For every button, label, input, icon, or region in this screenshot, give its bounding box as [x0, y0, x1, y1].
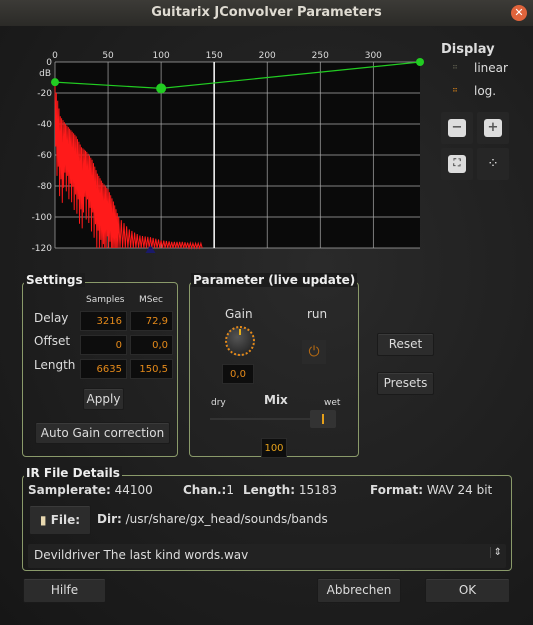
help-button[interactable]: Hilfe: [23, 578, 106, 603]
offset-samples[interactable]: 0: [80, 335, 127, 355]
format-label: Format:: [370, 483, 424, 497]
length-samples[interactable]: 6635: [80, 359, 127, 379]
delay-samples[interactable]: 3216: [80, 311, 127, 331]
title-bar: Guitarix JConvolver Parameters: [0, 0, 533, 26]
close-icon[interactable]: ✕: [511, 5, 527, 21]
x-tick-label: 100: [153, 51, 170, 61]
x-tick-label: 200: [259, 51, 276, 61]
envelope-point: [51, 78, 59, 87]
minus-icon: −: [448, 119, 466, 137]
envelope-point: [416, 58, 424, 66]
mix-slider-track[interactable]: [210, 418, 320, 420]
reset-button[interactable]: Reset: [377, 333, 434, 356]
fit-icon: ⛶: [448, 155, 466, 173]
col-msec: MSec: [139, 295, 163, 305]
y-axis-label: dB: [39, 69, 51, 79]
envelope-point: [156, 83, 167, 94]
dir-label: Dir:: [97, 512, 122, 526]
col-samples: Samples: [86, 295, 125, 305]
mix-value[interactable]: 100: [261, 438, 287, 458]
ok-button[interactable]: OK: [425, 578, 510, 603]
x-tick-label: 150: [206, 51, 223, 61]
x-tick-label: 50: [102, 51, 114, 61]
ir-chart[interactable]: 0 50 100 150 200 250 300 0 -20 -40 -60 -80 -100 -120 d…: [0, 40, 430, 260]
dots-arrow-icon: ⁘: [487, 156, 499, 172]
cancel-button[interactable]: Abbrechen: [317, 578, 401, 603]
run-toggle-power-icon[interactable]: ⏻: [302, 340, 326, 364]
window-title: Guitarix JConvolver Parameters: [151, 5, 382, 20]
display-title: Display: [441, 42, 495, 57]
apply-button[interactable]: Apply: [83, 388, 124, 410]
radio-linear-icon[interactable]: ⠶: [452, 62, 458, 71]
parameter-title: Parameter (live update): [191, 273, 358, 287]
x-tick-label: 250: [312, 51, 329, 61]
ir-file-combobox[interactable]: Devildriver The last kind words.wav ⇕: [28, 544, 506, 568]
run-label: run: [307, 307, 328, 321]
y-tick-label: -120: [32, 244, 53, 254]
y-tick-label: 0: [46, 58, 52, 68]
offset-label: Offset: [34, 334, 71, 348]
zoom-fit-button[interactable]: ⛶: [441, 148, 473, 180]
file-button[interactable]: ▮ File:: [29, 505, 91, 535]
delay-msec[interactable]: 72,9: [130, 311, 173, 331]
zoom-out-button[interactable]: −: [441, 112, 473, 144]
length-info-value: 15183: [298, 483, 338, 497]
ir-info-row: Samplerate: 44100: [28, 483, 153, 497]
format-value: WAV 24 bit: [426, 483, 493, 497]
chan-label: Chan.:: [183, 483, 227, 497]
plus-icon: +: [484, 119, 502, 137]
auto-gain-button[interactable]: Auto Gain correction: [35, 422, 170, 444]
presets-button[interactable]: Presets: [377, 372, 434, 395]
gain-knob[interactable]: [225, 326, 255, 356]
file-button-label: File:: [50, 513, 81, 527]
radio-linear-label[interactable]: linear: [474, 61, 508, 75]
y-tick-label: -20: [37, 89, 52, 99]
length-label: Length: [34, 358, 76, 372]
settings-title: Settings: [24, 273, 85, 287]
zoom-in-button[interactable]: +: [477, 112, 509, 144]
mix-label: Mix: [264, 393, 288, 407]
parameter-frame: [189, 282, 359, 457]
dir-value: /usr/share/gx_head/sounds/bands: [125, 512, 328, 526]
combo-arrows-icon: ⇕: [489, 547, 502, 558]
delay-label: Delay: [34, 311, 69, 325]
mix-dry-label: dry: [211, 398, 226, 408]
radio-log-icon[interactable]: ⠶: [452, 85, 458, 94]
mix-slider-handle[interactable]: [310, 410, 336, 428]
ir-title: IR File Details: [24, 466, 122, 480]
y-tick-label: -100: [32, 213, 53, 223]
y-tick-label: -80: [37, 182, 52, 192]
gain-value[interactable]: 0,0: [222, 364, 254, 384]
offset-msec[interactable]: 0,0: [130, 335, 173, 355]
samplerate-label: Samplerate:: [28, 483, 111, 497]
samplerate-value: 44100: [114, 483, 153, 497]
length-msec[interactable]: 150,5: [130, 359, 173, 379]
x-tick-label: 0: [52, 51, 58, 61]
gain-label: Gain: [225, 307, 253, 321]
reset-points-button[interactable]: ⁘: [477, 148, 509, 180]
x-tick-label: 300: [365, 51, 382, 61]
selected-file: Devildriver The last kind words.wav: [34, 548, 249, 562]
folder-icon: ▮: [39, 513, 47, 527]
y-tick-label: -40: [37, 120, 52, 130]
y-tick-label: -60: [37, 151, 52, 161]
knob-indicator: [239, 329, 241, 335]
mix-wet-label: wet: [324, 398, 341, 408]
chan-value: 1: [226, 483, 234, 497]
radio-log-label[interactable]: log.: [474, 84, 496, 98]
length-info-label: Length:: [243, 483, 295, 497]
